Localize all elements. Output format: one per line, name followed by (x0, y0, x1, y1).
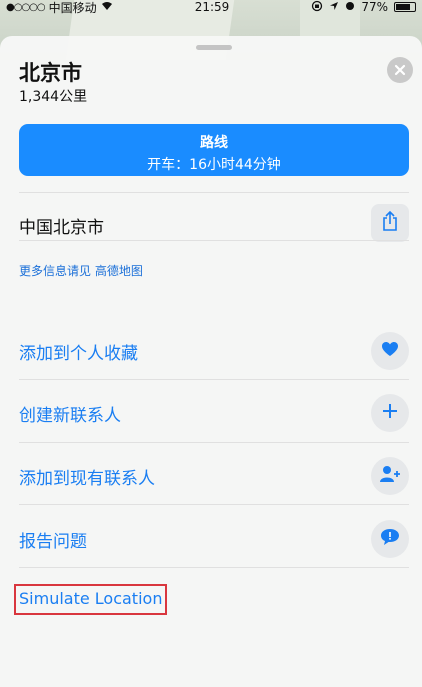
create-contact-button[interactable]: 创建新联系人 (19, 401, 121, 426)
place-title: 北京市 (19, 61, 82, 85)
wifi-icon (101, 0, 113, 14)
drive-time-label: 开车：16小时44分钟 (147, 157, 281, 173)
time-label: 21:59 (194, 0, 230, 14)
add-existing-contact-icon-button[interactable] (371, 457, 409, 495)
speech-bubble-icon (380, 528, 400, 550)
battery-percent: 77% (361, 0, 388, 14)
add-person-icon (379, 465, 401, 487)
divider (19, 192, 409, 193)
sheet-grabber-handle[interactable] (196, 45, 232, 50)
lock-rotation-icon (311, 0, 323, 15)
plus-icon (381, 402, 399, 424)
favorites-icon-button[interactable] (371, 332, 409, 370)
add-to-favorites-button[interactable]: 添加到个人收藏 (19, 339, 138, 364)
signal-dots-icon: ●○○○○ (6, 1, 46, 13)
address-text: 中国北京市 (19, 218, 104, 238)
report-problem-icon-button[interactable] (371, 520, 409, 558)
battery-icon (393, 2, 416, 12)
simulate-location-button[interactable]: Simulate Location (19, 589, 162, 608)
more-info-link[interactable]: 更多信息请见 高德地图 (19, 262, 143, 279)
carrier-label: 中国移动 (48, 0, 97, 15)
directions-label: 路线 (200, 135, 228, 151)
place-distance: 1,344公里 (19, 89, 88, 105)
place-card-sheet: 北京市 1,344公里 路线 开车：16小时44分钟 中国北京市 更多信息请见 … (0, 36, 422, 687)
divider (19, 567, 409, 568)
heart-icon (381, 341, 399, 361)
share-icon (381, 210, 399, 236)
divider (19, 442, 409, 443)
divider (19, 379, 409, 380)
share-button[interactable] (371, 204, 409, 242)
divider (19, 240, 409, 241)
close-button[interactable] (387, 57, 413, 83)
alarm-icon (345, 0, 355, 14)
directions-button[interactable]: 路线 开车：16小时44分钟 (19, 124, 409, 176)
report-problem-button[interactable]: 报告问题 (19, 527, 87, 552)
create-contact-icon-button[interactable] (371, 394, 409, 432)
status-left: ●○○○○ 中国移动 (6, 0, 113, 16)
divider (19, 504, 409, 505)
add-existing-contact-button[interactable]: 添加到现有联系人 (19, 464, 155, 489)
location-arrow-icon (329, 0, 339, 14)
status-right: 77% (311, 0, 416, 15)
close-icon (394, 61, 406, 80)
status-bar: ●○○○○ 中国移动 21:59 77% (0, 0, 422, 16)
